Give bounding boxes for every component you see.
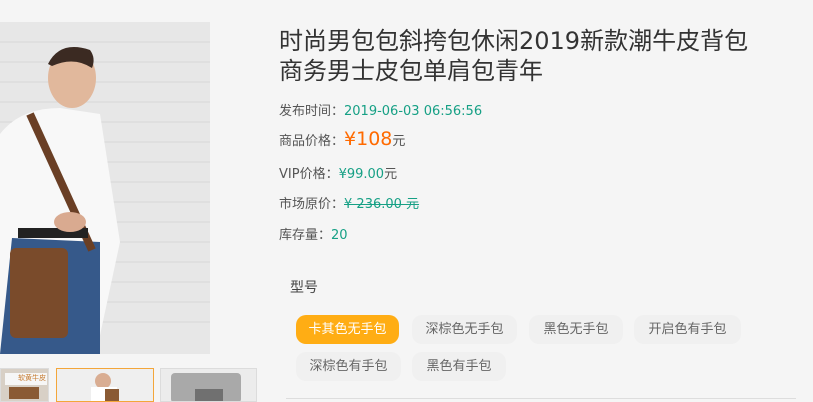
price-value: ¥108 (344, 128, 393, 150)
stock-label: 库存量： (279, 228, 332, 243)
variant-option-dark-brown-with-handle[interactable]: 深棕色有手包 (296, 352, 401, 381)
section-divider (286, 398, 796, 399)
market-price-row: 市场原价：¥ 236.00 元 (279, 193, 419, 212)
product-detail-panel: 软黄牛皮 时尚男包包斜挎包休闲2019新款潮牛皮背包 商务男士皮包单肩包青年 发… (0, 0, 813, 402)
market-price-label: 市场原价： (279, 197, 345, 212)
vip-price-row: VIP价格：¥99.00元 (279, 163, 397, 182)
variant-option-kaiqi-with-handle[interactable]: 开启色有手包 (634, 315, 741, 344)
stock-row: 库存量：20 (279, 224, 348, 243)
variant-option-black-no-handle[interactable]: 黑色无手包 (529, 315, 623, 344)
product-title-line-2: 商务男士皮包单肩包青年 (279, 57, 543, 85)
price-label: 商品价格： (279, 134, 345, 149)
product-title-line-1: 时尚男包包斜挎包休闲2019新款潮牛皮背包 (279, 27, 749, 55)
thumbnail-1[interactable]: 软黄牛皮 (0, 368, 49, 402)
thumbnail-3[interactable] (160, 368, 257, 402)
product-main-image (0, 22, 210, 354)
market-price-value: ¥ 236.00 元 (344, 197, 420, 212)
variant-option-khaki-no-handle[interactable]: 卡其色无手包 (296, 315, 399, 344)
variant-label: 型号 (290, 280, 318, 296)
thumbnail-caption: 软黄牛皮 (18, 374, 46, 382)
variant-option-black-with-handle[interactable]: 黑色有手包 (412, 352, 506, 381)
price-row: 商品价格：¥108元 (279, 128, 405, 150)
publish-time-value: 2019-06-03 06:56:56 (344, 104, 483, 119)
price-unit: 元 (392, 134, 406, 149)
vip-price-value: ¥99.00 (338, 167, 385, 182)
vip-price-unit: 元 (384, 167, 398, 182)
thumbnail-2-selected[interactable] (56, 368, 154, 402)
vip-price-label: VIP价格： (279, 167, 339, 182)
stock-value: 20 (331, 228, 348, 243)
variant-option-dark-brown-no-handle[interactable]: 深棕色无手包 (412, 315, 517, 344)
publish-time-row: 发布时间：2019-06-03 06:56:56 (279, 100, 482, 119)
product-title: 时尚男包包斜挎包休闲2019新款潮牛皮背包 商务男士皮包单肩包青年 (279, 26, 799, 86)
publish-time-label: 发布时间： (279, 104, 345, 119)
